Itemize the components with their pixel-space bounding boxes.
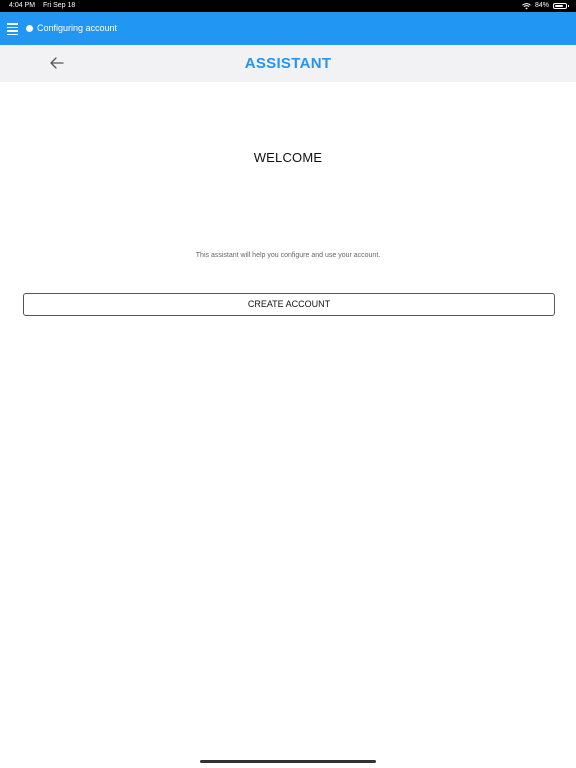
wifi-icon xyxy=(522,2,531,9)
assistant-description: This assistant will help you configure a… xyxy=(195,252,381,259)
top-bar: Configuring account xyxy=(0,12,576,45)
create-account-button[interactable]: CREATE ACCOUNT xyxy=(23,293,555,316)
account-status-dot-icon xyxy=(26,25,33,32)
account-status-text: Configuring account xyxy=(37,23,118,33)
battery-tip xyxy=(568,5,569,7)
status-bar: 4:04 PM Fri Sep 18 84% xyxy=(0,0,576,12)
header-bar: ASSISTANT xyxy=(0,45,576,82)
status-indicators: 84% xyxy=(522,0,569,12)
assistant-screen: 4:04 PM Fri Sep 18 84% Configuring accou… xyxy=(0,0,576,768)
battery-percent: 84% xyxy=(534,2,549,9)
page-title: ASSISTANT xyxy=(244,55,332,72)
menu-icon[interactable] xyxy=(7,23,18,35)
welcome-title: WELCOME xyxy=(253,150,323,165)
battery-fill xyxy=(555,5,564,7)
home-indicator[interactable] xyxy=(200,760,376,763)
status-time: 4:04 PM xyxy=(9,2,36,9)
status-date: Fri Sep 18 xyxy=(43,2,76,9)
battery-icon xyxy=(553,3,569,9)
